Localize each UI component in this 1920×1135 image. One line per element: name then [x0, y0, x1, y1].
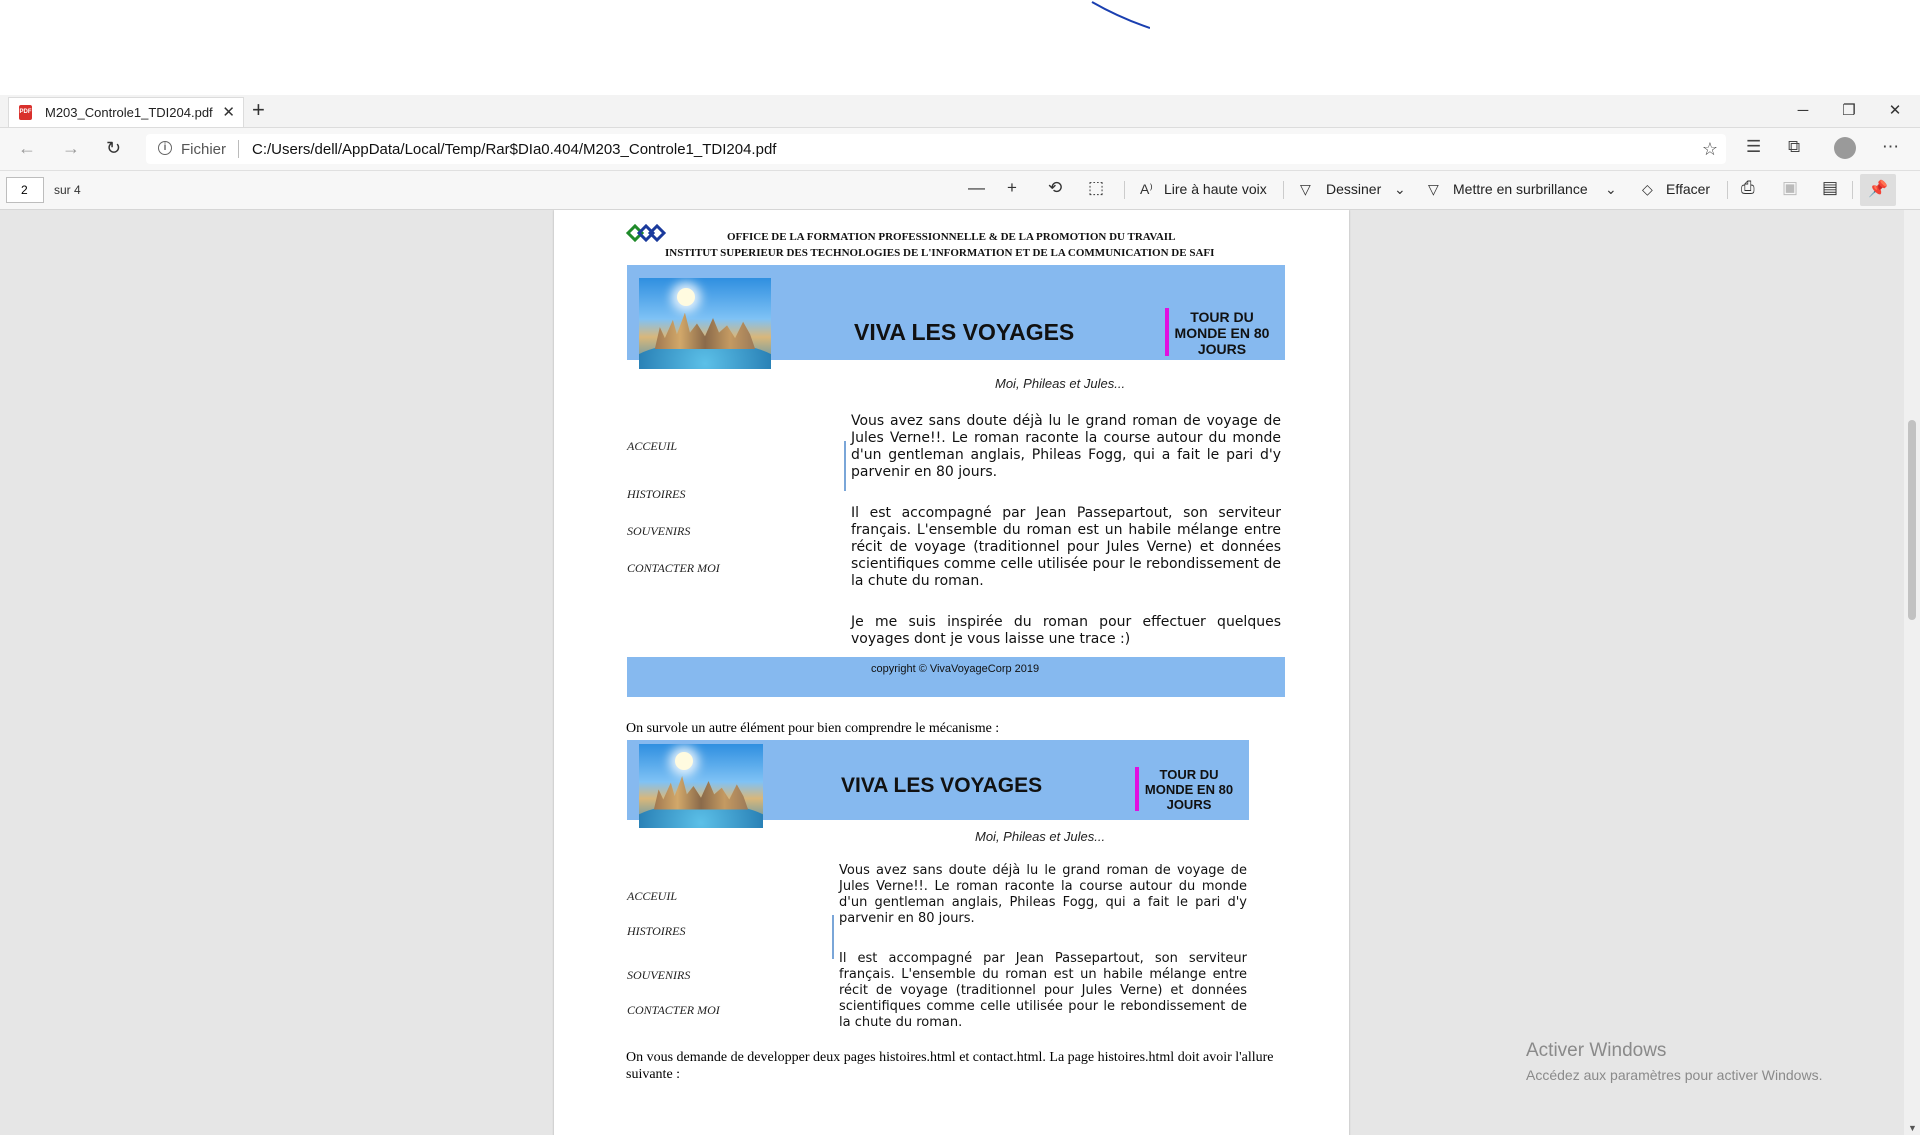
nav-divider [844, 441, 846, 491]
paragraph-3: Je me suis inspirée du roman pour effect… [851, 614, 1281, 647]
toolbar-divider [1852, 181, 1853, 199]
url-text[interactable]: C:/Users/dell/AppData/Local/Temp/Rar$DIa… [252, 141, 776, 158]
more-options-icon[interactable]: ⋯ [1882, 137, 1899, 157]
zoom-out-icon[interactable]: — [968, 178, 985, 198]
pdf-page: OFFICE DE LA FORMATION PROFESSIONNELLE &… [554, 210, 1349, 1135]
back-icon[interactable]: ← [18, 138, 36, 159]
forward-icon[interactable]: → [62, 138, 80, 159]
vertical-scrollbar[interactable]: ▼ [1904, 210, 1920, 1135]
tab-bar: PDF M203_Controle1_TDI204.pdf ✕ + ─ ❐ ✕ [0, 95, 1920, 128]
print-icon[interactable]: ⎙ [1741, 178, 1755, 198]
favorite-star-icon[interactable]: ☆ [1702, 139, 1718, 160]
banner-accent-bar-2 [1135, 767, 1139, 811]
read-aloud-icon[interactable]: A⁾ [1140, 181, 1153, 198]
page-total: sur 4 [54, 183, 81, 197]
tab-pdf[interactable]: PDF M203_Controle1_TDI204.pdf ✕ [8, 97, 244, 127]
nav-souvenirs-2: SOUVENIRS [627, 968, 691, 982]
activation-watermark-title: Activer Windows [1526, 1040, 1667, 1061]
ink-stroke [1091, 1, 1150, 29]
scrollbar-thumb[interactable] [1908, 420, 1916, 620]
nav-acceuil-2: ACCEUIL [627, 889, 678, 903]
banner-title-2: VIVA LES VOYAGES [841, 774, 1043, 797]
collections-icon[interactable]: ⧉ [1788, 137, 1800, 157]
refresh-icon[interactable]: ↻ [106, 138, 121, 159]
hover-intro-text: On survole un autre élément pour bien co… [626, 721, 1000, 736]
toolbar-divider [1727, 181, 1728, 199]
header-line-1: OFFICE DE LA FORMATION PROFESSIONNELLE &… [727, 231, 1176, 243]
paragraph-1-2: Vous avez sans doute déjà lu le grand ro… [839, 863, 1247, 926]
activation-watermark-subtitle: Accédez aux paramètres pour activer Wind… [1526, 1067, 1823, 1083]
new-tab-icon[interactable]: + [252, 97, 265, 123]
save-icon[interactable]: ▣ [1782, 178, 1798, 198]
highlight-button[interactable]: Mettre en surbrillance [1453, 181, 1588, 197]
nav-histoires: HISTOIRES [627, 487, 686, 501]
pdf-toolbar: 2 sur 4 — + ⟲ ⬚ A⁾ Lire à haute voix ▽ D… [0, 171, 1920, 210]
banner-accent-bar [1165, 308, 1169, 356]
nav-souvenirs: SOUVENIRS [627, 524, 691, 538]
pdf-file-icon: PDF [19, 105, 32, 120]
url-field[interactable]: i Fichier C:/Users/dell/AppData/Local/Te… [146, 134, 1726, 164]
travel-banner-photo [639, 278, 771, 369]
copyright: copyright © VivaVoyageCorp 2019 [871, 663, 1040, 675]
url-separator [238, 140, 239, 158]
banner-title: VIVA LES VOYAGES [854, 319, 1075, 345]
profile-avatar-icon[interactable] [1834, 137, 1856, 159]
save-as-icon[interactable]: ▤ [1822, 178, 1838, 198]
close-window-icon[interactable]: ✕ [1872, 95, 1918, 127]
toolbar-divider [1283, 181, 1284, 199]
favorites-icon[interactable]: ☰ [1746, 137, 1761, 157]
highlight-icon[interactable]: ▽ [1428, 181, 1439, 198]
highlight-options-chevron-icon[interactable]: ⌄ [1605, 181, 1617, 198]
tab-title: M203_Controle1_TDI204.pdf [45, 105, 213, 120]
draw-options-chevron-icon[interactable]: ⌄ [1394, 181, 1406, 198]
browser-window: PDF M203_Controle1_TDI204.pdf ✕ + ─ ❐ ✕ … [0, 95, 1920, 1135]
fit-page-icon[interactable]: ⬚ [1088, 178, 1104, 198]
subtitle: Moi, Phileas et Jules... [995, 376, 1126, 391]
pin-toolbar-icon[interactable]: 📌 [1860, 174, 1896, 206]
address-bar: ← → ↻ i Fichier C:/Users/dell/AppData/Lo… [0, 128, 1920, 171]
banner-tour-text-2: TOUR DU MONDE EN 80 JOURS [1144, 767, 1234, 812]
info-icon[interactable]: i [158, 141, 172, 155]
toolbar-divider [1124, 181, 1125, 199]
draw-icon[interactable]: ▽ [1300, 181, 1311, 198]
url-scheme: Fichier [181, 141, 227, 158]
header-line-2: INSTITUT SUPERIEUR DES TECHNOLOGIES DE L… [665, 247, 1215, 259]
paragraph-2: Il est accompagné par Jean Passepartout,… [851, 505, 1281, 589]
minimize-icon[interactable]: ─ [1780, 95, 1826, 127]
page-number-input[interactable]: 2 [6, 177, 44, 203]
erase-button[interactable]: Effacer [1666, 181, 1710, 197]
zoom-in-icon[interactable]: + [1007, 178, 1017, 198]
rotate-icon[interactable]: ⟲ [1048, 178, 1062, 198]
draw-button[interactable]: Dessiner [1326, 181, 1381, 197]
nav-acceuil: ACCEUIL [627, 439, 678, 453]
eraser-icon[interactable]: ◇ [1642, 181, 1653, 198]
scroll-down-arrow-icon[interactable]: ▼ [1908, 1123, 1917, 1133]
paragraph-1: Vous avez sans doute déjà lu le grand ro… [851, 413, 1281, 480]
travel-banner-photo-2 [639, 744, 763, 828]
close-tab-icon[interactable]: ✕ [222, 103, 235, 121]
pdf-viewer: OFFICE DE LA FORMATION PROFESSIONNELLE &… [0, 210, 1920, 1135]
nav-contacter-moi: CONTACTER MOI [627, 561, 720, 575]
paragraph-2-2: Il est accompagné par Jean Passepartout,… [839, 951, 1247, 1030]
restore-icon[interactable]: ❐ [1826, 95, 1872, 127]
nav-histoires-2: HISTOIRES [627, 924, 686, 938]
task-text: On vous demande de developper deux pages… [626, 1050, 1274, 1082]
banner-tour-text: TOUR DU MONDE EN 80 JOURS [1174, 309, 1270, 357]
nav-divider-2 [832, 915, 834, 959]
read-aloud-button[interactable]: Lire à haute voix [1164, 181, 1267, 197]
ofppt-logo [626, 224, 667, 242]
subtitle-2: Moi, Phileas et Jules... [975, 829, 1106, 844]
nav-contacter-moi-2: CONTACTER MOI [627, 1003, 720, 1017]
